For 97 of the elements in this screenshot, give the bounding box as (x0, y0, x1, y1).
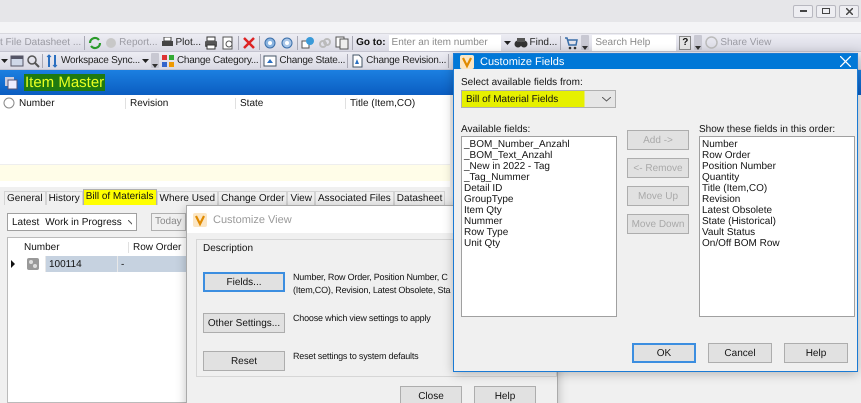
column-header[interactable]: State (235, 98, 345, 108)
document-icon[interactable] (350, 54, 364, 68)
description-text: Choose which view settings to apply (293, 313, 431, 323)
dialog-button[interactable]: Help (784, 343, 848, 363)
printer-icon[interactable] (204, 36, 218, 50)
list-item[interactable]: On/Off BOM Row (702, 238, 780, 249)
printer-icon (160, 36, 174, 48)
overflow-button[interactable] (694, 35, 702, 50)
list-label: Available fields: (461, 124, 530, 135)
list-item[interactable]: _BOM_Text_Anzahl (464, 150, 552, 161)
caret-icon (695, 46, 702, 50)
column-header[interactable]: Title (Item,CO) (345, 98, 445, 108)
description-text: Reset settings to system defaults (293, 351, 418, 361)
column-header[interactable]: Revision (125, 98, 235, 108)
list-item[interactable]: Nummer (464, 216, 502, 227)
list-label: Show these fields in this order: (699, 124, 836, 135)
share-icon (705, 36, 718, 49)
dialog-button[interactable]: Close (400, 386, 462, 403)
list-item[interactable]: Number (702, 139, 738, 150)
source-dropdown[interactable]: Bill of Material Fields (461, 90, 616, 108)
list-item[interactable]: _Tag_Nummer (464, 172, 530, 183)
restore-icon (822, 8, 830, 14)
list-item[interactable]: Latest Obsolete (702, 205, 772, 216)
find-button[interactable]: Find... (514, 36, 558, 48)
delete-icon[interactable] (242, 36, 256, 50)
toolbar-button[interactable]: Change Category... (160, 54, 258, 68)
minimize-button[interactable] (793, 4, 813, 18)
dialog-button[interactable]: OK (632, 343, 696, 363)
search-icon[interactable] (26, 54, 40, 68)
assembly-icon (26, 258, 38, 270)
search-field[interactable]: Search Help (592, 34, 676, 50)
restore-button[interactable] (816, 4, 836, 18)
close-icon (846, 8, 852, 14)
list-item[interactable]: Revision (702, 194, 740, 205)
field-label: Select available fields from: (461, 77, 583, 88)
list-item[interactable]: _BOM_Number_Anzahl (464, 139, 570, 150)
column-header[interactable]: Number (15, 98, 125, 108)
toolbar-button[interactable]: Change Revision... (350, 54, 446, 68)
tab[interactable]: Datasheet (394, 191, 446, 205)
window-icon (4, 76, 18, 90)
list-item[interactable]: Item Qty (464, 205, 502, 216)
overflow-button[interactable] (581, 35, 590, 50)
dialog-button[interactable]: Fields... (203, 272, 285, 292)
caret-icon (1, 58, 8, 62)
list-item[interactable]: _New in 2022 - Tag (464, 161, 550, 172)
caret-icon (582, 46, 588, 50)
cart-icon[interactable] (564, 36, 578, 50)
description-text: Number, Row Order, Position Number, C (293, 272, 448, 282)
panel-title: Item Master (24, 74, 106, 91)
goto-field[interactable]: Enter an item number (388, 34, 501, 50)
document-icon[interactable] (263, 54, 278, 68)
app-icon (460, 54, 474, 68)
dialog-title: Customize Fields (480, 56, 564, 68)
app-icon (193, 212, 207, 226)
list-item[interactable]: Title (Item,CO) (702, 183, 768, 194)
list-item[interactable]: Quantity (702, 172, 740, 183)
list-item[interactable]: Vault Status (702, 227, 756, 238)
list-item[interactable]: Position Number (702, 161, 776, 172)
preview-icon[interactable] (221, 36, 236, 50)
dialog-button[interactable]: Help (474, 386, 536, 403)
toolbar-button[interactable]: Change State... (263, 54, 346, 68)
minimize-icon (800, 10, 806, 12)
category-icon[interactable] (160, 54, 175, 68)
tab[interactable]: Change Order (218, 191, 288, 205)
tab[interactable]: Where Used (156, 191, 218, 205)
column-header[interactable]: Number (20, 242, 128, 252)
version-dropdown[interactable]: Latest Work in Progress (7, 213, 137, 231)
tab[interactable]: Associated Files (314, 191, 394, 205)
dialog-button[interactable]: Cancel (708, 343, 772, 363)
dialog-button[interactable]: Reset (203, 351, 285, 371)
table-cell: 100114 (45, 256, 117, 272)
dialog-button[interactable]: Other Settings... (203, 313, 285, 333)
close-icon[interactable] (840, 56, 851, 67)
overflow-button[interactable] (150, 53, 159, 68)
goto-label: Go to: (356, 37, 386, 48)
list-item[interactable]: State (Historical) (702, 216, 776, 227)
sync-icon[interactable] (45, 54, 59, 68)
list-item[interactable]: Row Order (702, 150, 750, 161)
window-icon[interactable] (10, 54, 24, 68)
binoculars-icon (514, 36, 528, 48)
description-text: (Item,CO), Revision, Latest Obsolete, Sta (293, 285, 450, 295)
plot-button[interactable]: Plot... (160, 36, 202, 48)
tab[interactable]: History (46, 191, 83, 205)
tab[interactable]: Bill of Materials (82, 189, 157, 205)
caret-icon (504, 40, 511, 44)
help-button[interactable]: ? (679, 36, 692, 50)
tab[interactable]: View (287, 191, 315, 205)
list-item[interactable]: Row Type (464, 227, 508, 238)
list-item[interactable]: Unit Qty (464, 238, 500, 249)
refresh-icon[interactable] (88, 36, 102, 50)
dialog-title: Customize View (213, 214, 292, 226)
list-item[interactable]: Detail ID (464, 183, 502, 194)
close-button[interactable] (839, 4, 859, 18)
tab[interactable]: General (4, 191, 46, 205)
toolbar-button[interactable]: Workspace Sync... (45, 54, 149, 68)
list-item[interactable]: GroupType (464, 194, 514, 205)
copy-icon[interactable] (335, 36, 350, 50)
